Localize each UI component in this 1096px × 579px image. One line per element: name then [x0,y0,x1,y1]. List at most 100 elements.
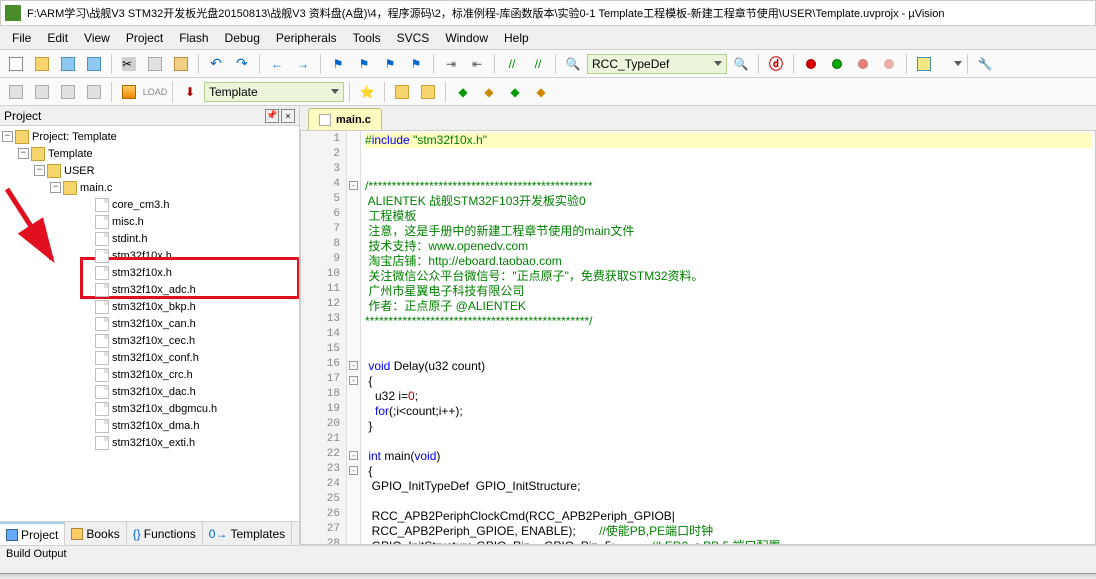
project-tree[interactable]: −Project: Template−Template−USER−main.cc… [0,126,299,521]
tab-functions[interactable]: {}Functions [127,522,203,545]
editor-tab-main-c[interactable]: main.c [308,108,382,130]
window-button[interactable] [912,52,936,76]
tree-item[interactable]: stm32f10x_dma.h [2,417,297,434]
fold-marker[interactable]: - [349,361,358,370]
build-toolbar: LOAD ⬇ Template ⭐ ◆ ◆ ◆ ◆ [0,78,1096,106]
tab-books[interactable]: Books [65,522,126,545]
menu-help[interactable]: Help [496,29,537,47]
menu-svcs[interactable]: SVCS [389,29,438,47]
file-icon [95,198,109,212]
nav-back-button[interactable]: ← [265,52,289,76]
toolbox-4-button[interactable]: ◆ [529,80,553,104]
cut-button[interactable]: ✂ [117,52,141,76]
tree-collapse-icon[interactable]: − [2,131,13,142]
menu-tools[interactable]: Tools [345,29,389,47]
tree-item[interactable]: stm32f10x_dac.h [2,383,297,400]
menu-debug[interactable]: Debug [217,29,268,47]
indent-button[interactable]: ⇥ [439,52,463,76]
fold-marker[interactable]: - [349,376,358,385]
tree-item[interactable]: stm32f10x.h [2,264,297,281]
find-button[interactable]: 🔍 [561,52,585,76]
file-icon [95,368,109,382]
stop-build-button[interactable]: LOAD [143,80,167,104]
new-button[interactable] [4,52,28,76]
open-button[interactable] [30,52,54,76]
tree-item[interactable]: core_cm3.h [2,196,297,213]
breakpoint-disable-button[interactable] [851,52,875,76]
save-all-button[interactable] [82,52,106,76]
copy-button[interactable] [143,52,167,76]
menu-flash[interactable]: Flash [171,29,216,47]
breakpoint-clear-button[interactable] [877,52,901,76]
panel-pin-button[interactable]: 📌 [265,109,279,123]
tree-item[interactable]: −Template [2,145,297,162]
batch-build-button[interactable] [117,80,141,104]
find-combo[interactable]: RCC_TypeDef [587,54,727,74]
menu-window[interactable]: Window [437,29,496,47]
menu-edit[interactable]: Edit [39,29,76,47]
code-editor[interactable]: 1234567891011121314151617181920212223242… [300,130,1096,545]
breakpoint-enable-button[interactable] [825,52,849,76]
tree-item[interactable]: −Project: Template [2,128,297,145]
tree-item[interactable]: −main.c [2,179,297,196]
redo-button[interactable]: ↷ [230,52,254,76]
tree-item[interactable]: stm32f10x_cec.h [2,332,297,349]
paste-button[interactable] [169,52,193,76]
panel-close-button[interactable]: × [281,109,295,123]
breakpoint-button[interactable] [799,52,823,76]
menu-view[interactable]: View [76,29,118,47]
toolbox-3-button[interactable]: ◆ [503,80,527,104]
tree-item[interactable]: stm32f10x_crc.h [2,366,297,383]
target-options-button[interactable] [4,80,28,104]
tab-templates[interactable]: 0→Templates [203,522,292,545]
tab-project[interactable]: Project [0,522,65,545]
target-combo[interactable]: Template [204,82,344,102]
tree-collapse-icon[interactable]: − [18,148,29,159]
bookmark-clear-button[interactable]: ⚑ [404,52,428,76]
options-button[interactable]: ⭐ [355,80,379,104]
save-button[interactable] [56,52,80,76]
tree-collapse-icon[interactable]: − [34,165,45,176]
bookmark-prev-button[interactable]: ⚑ [352,52,376,76]
tree-item[interactable]: stm32f10x.h [2,247,297,264]
file-ext-button[interactable] [390,80,414,104]
bookmark-button[interactable]: ⚑ [326,52,350,76]
fold-marker[interactable]: - [349,466,358,475]
rebuild-button[interactable] [82,80,106,104]
fold-gutter[interactable]: - - - - - [347,131,361,544]
outdent-button[interactable]: ⇤ [465,52,489,76]
menu-project[interactable]: Project [118,29,171,47]
config-button[interactable]: 🔧 [973,52,997,76]
tree-item[interactable]: stm32f10x_conf.h [2,349,297,366]
fold-marker[interactable]: - [349,451,358,460]
tree-item[interactable]: misc.h [2,213,297,230]
folder-icon [47,164,61,178]
debug-button[interactable]: ⓓ [764,52,788,76]
tree-item[interactable]: stm32f10x_adc.h [2,281,297,298]
nav-fwd-button[interactable]: → [291,52,315,76]
comment-button[interactable]: // [500,52,524,76]
tree-item[interactable]: stdint.h [2,230,297,247]
window-arrow-button[interactable] [938,52,962,76]
menu-peripherals[interactable]: Peripherals [268,29,345,47]
tree-item[interactable]: stm32f10x_dbgmcu.h [2,400,297,417]
tree-item[interactable]: stm32f10x_bkp.h [2,298,297,315]
tree-item[interactable]: stm32f10x_can.h [2,315,297,332]
code-content[interactable]: #include "stm32f10x.h" /****************… [361,131,1095,544]
tree-item[interactable]: −USER [2,162,297,179]
manage-button[interactable] [416,80,440,104]
bookmark-next-button[interactable]: ⚑ [378,52,402,76]
build-button[interactable] [56,80,80,104]
tree-collapse-icon[interactable]: − [50,182,61,193]
search-button[interactable]: 🔍 [729,52,753,76]
tree-item[interactable]: stm32f10x_exti.h [2,434,297,451]
find-combo-text: RCC_TypeDef [592,57,669,71]
menu-file[interactable]: File [4,29,39,47]
download-button[interactable]: ⬇ [178,80,202,104]
uncomment-button[interactable]: // [526,52,550,76]
fold-marker[interactable]: - [349,181,358,190]
undo-button[interactable]: ↶ [204,52,228,76]
toolbox-2-button[interactable]: ◆ [477,80,501,104]
translate-button[interactable] [30,80,54,104]
toolbox-1-button[interactable]: ◆ [451,80,475,104]
